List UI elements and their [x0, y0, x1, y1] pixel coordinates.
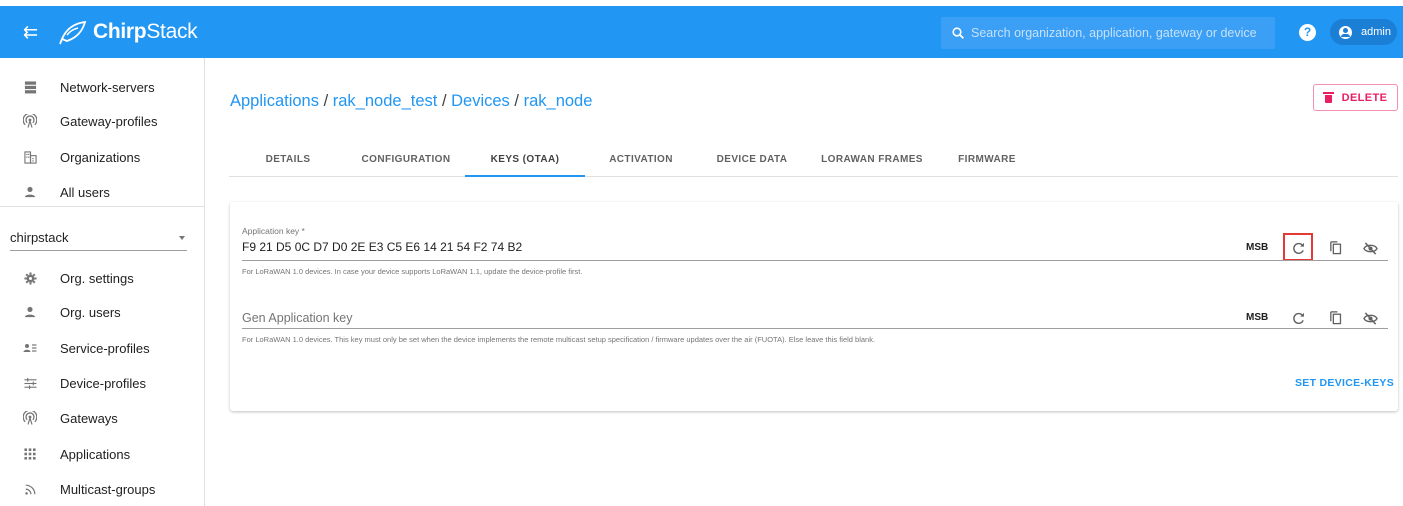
byte-order-toggle[interactable]: MSB: [1246, 242, 1268, 253]
server-icon: [22, 79, 38, 95]
breadcrumb-separator: /: [323, 92, 329, 110]
tab-lorawan-frames[interactable]: LORAWAN FRAMES: [807, 141, 937, 177]
generate-key-button[interactable]: [1288, 238, 1308, 258]
gateway-antenna-icon: [22, 410, 38, 426]
app-bar: ⇇ ChirpStack ? admin: [0, 6, 1403, 58]
device-tabs: DETAILS CONFIGURATION KEYS (OTAA) ACTIVA…: [229, 141, 1398, 177]
gen-application-key-helper-text: For LoRaWAN 1.0 devices. This key must o…: [242, 335, 876, 344]
sidebar-item-org-users[interactable]: Org. users: [0, 295, 204, 329]
sidebar-divider: [0, 206, 204, 207]
breadcrumb-application-link[interactable]: rak_node_test: [333, 92, 438, 111]
domain-icon: [22, 149, 38, 165]
rss-icon: [22, 481, 38, 497]
sidebar-item-label: Gateways: [60, 410, 118, 426]
toggle-visibility-button[interactable]: [1360, 238, 1380, 258]
delete-device-button[interactable]: DELETE: [1313, 84, 1398, 111]
sidebar-item-all-users[interactable]: All users: [0, 175, 204, 209]
sidebar-item-label: Org. settings: [60, 270, 134, 286]
gen-application-key-input[interactable]: Gen Application key: [242, 311, 353, 325]
tab-device-data[interactable]: DEVICE DATA: [697, 141, 807, 177]
eye-off-icon: [1362, 241, 1378, 255]
sidebar-item-label: Device-profiles: [60, 375, 146, 391]
delete-button-label: DELETE: [1341, 91, 1388, 104]
application-key-label: Application key *: [242, 226, 305, 236]
breadcrumb: Applications / rak_node_test / Devices /…: [230, 92, 592, 111]
active-tab-indicator: [465, 175, 585, 177]
breadcrumb-separator: /: [441, 92, 447, 110]
sidebar-item-label: Service-profiles: [60, 340, 150, 356]
person-icon: [22, 184, 38, 200]
logo[interactable]: ChirpStack: [59, 19, 198, 45]
gear-icon: [22, 270, 38, 286]
person-icon: [22, 304, 38, 320]
application-key-input[interactable]: F9 21 D5 0C D7 D0 2E E3 C5 E6 14 21 54 F…: [242, 240, 522, 254]
global-search: [941, 17, 1275, 49]
sidebar-item-service-profiles[interactable]: Service-profiles: [0, 331, 204, 365]
sidebar-item-network-servers[interactable]: Network-servers: [0, 70, 204, 104]
copy-icon: [1329, 240, 1341, 254]
sidebar-item-label: Gateway-profiles: [60, 113, 158, 129]
sidebar-item-label: Applications: [60, 446, 131, 462]
organization-select[interactable]: chirpstack: [10, 223, 187, 251]
sidebar-item-applications[interactable]: Applications: [0, 437, 204, 471]
sidebar-item-label: All users: [60, 184, 110, 200]
tab-activation[interactable]: ACTIVATION: [585, 141, 697, 177]
sidebar-item-label: Multicast-groups: [60, 481, 156, 497]
search-icon: [952, 27, 964, 39]
breadcrumb-separator: /: [514, 92, 519, 110]
breadcrumb-current-device: rak_node: [523, 92, 593, 110]
copy-key-button[interactable]: [1325, 307, 1345, 327]
input-underline: [242, 328, 1388, 329]
sidebar-item-label: Network-servers: [60, 79, 155, 95]
sidebar-item-gateways[interactable]: Gateways: [0, 401, 204, 435]
sidebar-item-gateway-profiles[interactable]: Gateway-profiles: [0, 104, 204, 138]
gateway-antenna-icon: [22, 113, 38, 129]
account-circle-icon: [1339, 25, 1352, 39]
breadcrumb-applications-link[interactable]: Applications: [230, 92, 319, 111]
refresh-icon: [1292, 312, 1304, 324]
gen-application-key-field: Gen Application key MSB For LoRaWAN 1.0 …: [242, 306, 1388, 356]
tab-configuration[interactable]: CONFIGURATION: [347, 141, 465, 177]
refresh-icon: [1292, 242, 1304, 254]
input-underline: [242, 260, 1388, 261]
search-input[interactable]: [971, 26, 1261, 40]
trash-icon: [1322, 92, 1334, 103]
device-keys-card: Application key * F9 21 D5 0C D7 D0 2E E…: [230, 202, 1398, 411]
set-device-keys-button[interactable]: SET DEVICE-KEYS: [1295, 377, 1394, 389]
breadcrumb-devices-link[interactable]: Devices: [451, 92, 510, 111]
chevron-down-icon: [179, 236, 185, 240]
sidebar-item-organizations[interactable]: Organizations: [0, 140, 204, 174]
tune-icon: [22, 375, 38, 391]
generate-key-button[interactable]: [1288, 308, 1308, 328]
sidebar-item-label: Organizations: [60, 149, 141, 165]
sidebar: Network-servers Gateway-profiles Organiz…: [0, 58, 205, 506]
tab-firmware[interactable]: FIRMWARE: [937, 141, 1037, 177]
chirpstack-logo-icon: [59, 20, 87, 45]
copy-icon: [1329, 310, 1341, 324]
copy-key-button[interactable]: [1325, 237, 1345, 257]
sidebar-item-multicast-groups[interactable]: Multicast-groups: [0, 472, 204, 506]
account-details-icon: [22, 340, 38, 356]
organization-select-value: chirpstack: [10, 230, 69, 245]
application-key-field: Application key * F9 21 D5 0C D7 D0 2E E…: [242, 226, 1388, 296]
menu-collapse-icon[interactable]: ⇇: [23, 23, 45, 41]
byte-order-toggle[interactable]: MSB: [1246, 312, 1268, 323]
username: admin: [1361, 26, 1391, 38]
user-menu-button[interactable]: admin: [1330, 19, 1397, 45]
tab-details[interactable]: DETAILS: [229, 141, 347, 177]
eye-off-icon: [1362, 311, 1378, 325]
brand-name: ChirpStack: [93, 20, 198, 43]
sidebar-item-org-settings[interactable]: Org. settings: [0, 261, 204, 295]
sidebar-item-device-profiles[interactable]: Device-profiles: [0, 366, 204, 400]
apps-grid-icon: [22, 446, 38, 462]
application-key-helper-text: For LoRaWAN 1.0 devices. In case your de…: [242, 267, 583, 276]
sidebar-item-label: Org. users: [60, 304, 121, 320]
tab-keys-otaa[interactable]: KEYS (OTAA): [465, 141, 585, 177]
toggle-visibility-button[interactable]: [1360, 308, 1380, 328]
help-icon[interactable]: ?: [1299, 24, 1316, 41]
